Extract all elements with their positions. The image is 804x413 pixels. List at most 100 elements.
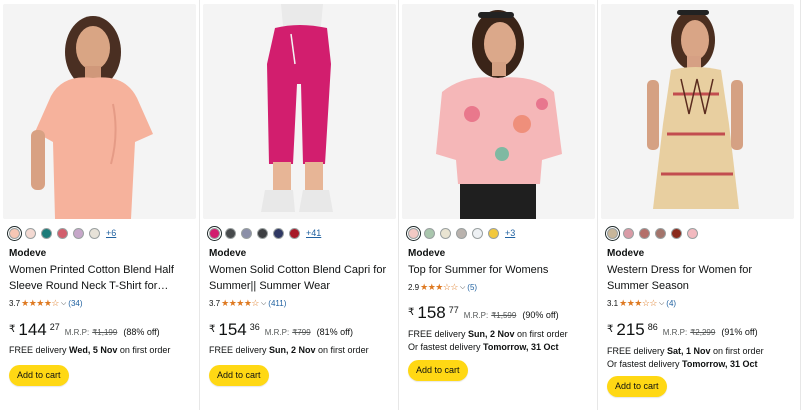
card-divider [199,0,200,410]
price-whole: 144 [18,320,47,339]
mrp-label: M.R.P: [264,328,290,337]
currency-symbol: ₹ [209,324,216,335]
price-whole: 215 [616,320,645,339]
delivery-prefix: FREE delivery [209,345,270,355]
product-card[interactable]: +3 Modeve Top for Summer for Womens 2.9 … [402,0,595,410]
chevron-down-icon[interactable]: ⌵ [460,284,465,292]
product-title[interactable]: Women Solid Cotton Blend Capri for Summe… [209,262,394,294]
currency-symbol: ₹ [607,324,614,335]
color-swatch[interactable] [206,225,223,241]
model-peach-tshirt-image [3,4,196,219]
delivery-suffix: on first order [117,345,171,355]
brand-name: Modeve [607,248,645,259]
color-swatch[interactable] [6,225,23,241]
color-swatch[interactable] [424,227,435,239]
color-swatch[interactable] [604,225,621,241]
discount-percent: (81% off) [316,327,354,337]
brand-name: Modeve [9,248,47,259]
discount-percent: (91% off) [721,327,758,337]
delivery-date: Sat, 1 Nov [667,346,711,356]
product-title[interactable]: Women Printed Cotton Blend Half Sleeve R… [9,262,194,294]
fastest-delivery-line: Or fastest delivery Tomorrow, 31 Oct [607,358,764,371]
add-to-cart-button[interactable]: Add to cart [408,360,468,381]
star-rating-icon[interactable]: ★★★☆☆ [420,282,458,293]
color-swatch[interactable] [257,227,268,239]
more-colors-link[interactable]: +41 [306,228,321,238]
delivery-info: FREE delivery Sun, 2 Nov on first order [209,344,369,357]
star-rating-icon[interactable]: ★★★★☆ [21,298,59,309]
color-swatch[interactable] [639,227,650,239]
color-swatch[interactable] [25,227,36,239]
price-row[interactable]: ₹ 158 77 M.R.P: ₹1,599 (90% off) [408,304,559,322]
discount-percent: (88% off) [123,327,160,337]
fastest-date: Tomorrow, 31 Oct [682,359,758,369]
more-colors-link[interactable]: +6 [106,228,116,238]
price-row[interactable]: ₹ 215 86 M.R.P: ₹2,299 (91% off) [607,321,758,339]
color-swatch[interactable] [405,225,422,241]
product-card[interactable]: Modeve Western Dress for Women for Summe… [601,0,794,410]
product-title[interactable]: Western Dress for Women for Summer Seaso… [607,262,792,294]
chevron-down-icon[interactable]: ⌵ [61,300,66,308]
delivery-suffix: on first order [315,345,369,355]
review-count-link[interactable]: (34) [68,299,82,308]
price-row[interactable]: ₹ 144 27 M.R.P: ₹1,199 (88% off) [9,321,160,339]
color-swatch[interactable] [241,227,252,239]
product-card[interactable]: +6 Modeve Women Printed Cotton Blend Hal… [3,0,196,410]
rating-value: 3.1 [607,299,619,308]
color-swatch[interactable] [472,227,483,239]
rating-row: 3.1 ★★★☆☆ ⌵ (4) [607,298,676,309]
star-rating-icon[interactable]: ★★★☆☆ [619,298,657,309]
mrp-value: ₹1,199 [92,328,118,337]
color-swatch[interactable] [655,227,666,239]
product-image[interactable] [601,4,794,219]
add-to-cart-button[interactable]: Add to cart [9,365,69,386]
delivery-date: Wed, 5 Nov [69,345,118,355]
review-count-link[interactable]: (411) [268,299,286,308]
color-swatch[interactable] [57,227,68,239]
product-image[interactable] [3,4,196,219]
color-swatch[interactable] [687,227,698,239]
star-rating-icon[interactable]: ★★★★☆ [221,298,259,309]
add-to-cart-button[interactable]: Add to cart [607,376,667,397]
review-count-link[interactable]: (4) [666,299,676,308]
card-divider [800,0,801,410]
mrp-label: M.R.P: [662,328,688,337]
discount-percent: (90% off) [522,310,559,320]
product-image[interactable] [402,4,595,219]
rating-value: 2.9 [408,283,420,292]
chevron-down-icon[interactable]: ⌵ [659,300,664,308]
color-swatch[interactable] [623,227,634,239]
color-swatch[interactable] [89,227,100,239]
mrp-label: M.R.P: [64,328,90,337]
color-swatch[interactable] [671,227,682,239]
delivery-info: FREE delivery Wed, 5 Nov on first order [9,344,170,357]
price-fraction: 77 [448,305,459,315]
color-swatch[interactable] [440,227,451,239]
review-count-link[interactable]: (5) [467,283,477,292]
delivery-date: Sun, 2 Nov [269,345,316,355]
color-swatch[interactable] [456,227,467,239]
chevron-down-icon[interactable]: ⌵ [261,300,266,308]
product-title[interactable]: Top for Summer for Womens [408,262,593,278]
rating-value: 3.7 [9,299,21,308]
currency-symbol: ₹ [9,324,16,335]
color-swatches: +6 [6,225,116,241]
fastest-prefix: Or fastest delivery [408,342,484,352]
product-image[interactable] [203,4,396,219]
model-pink-capri-image [203,4,396,219]
price-row[interactable]: ₹ 154 36 M.R.P: ₹799 (81% off) [209,321,353,339]
product-card[interactable]: +41 Modeve Women Solid Cotton Blend Capr… [203,0,396,410]
color-swatch[interactable] [73,227,84,239]
delivery-prefix: FREE delivery [607,346,668,356]
color-swatch[interactable] [488,227,499,239]
price-fraction: 36 [249,322,260,332]
add-to-cart-button[interactable]: Add to cart [209,365,269,386]
more-colors-link[interactable]: +3 [505,228,515,238]
mrp-label: M.R.P: [463,311,489,320]
color-swatch[interactable] [41,227,52,239]
delivery-info: FREE delivery Sat, 1 Nov on first order … [607,345,764,371]
color-swatch[interactable] [289,227,300,239]
price-fraction: 27 [49,322,60,332]
color-swatch[interactable] [273,227,284,239]
color-swatch[interactable] [225,227,236,239]
